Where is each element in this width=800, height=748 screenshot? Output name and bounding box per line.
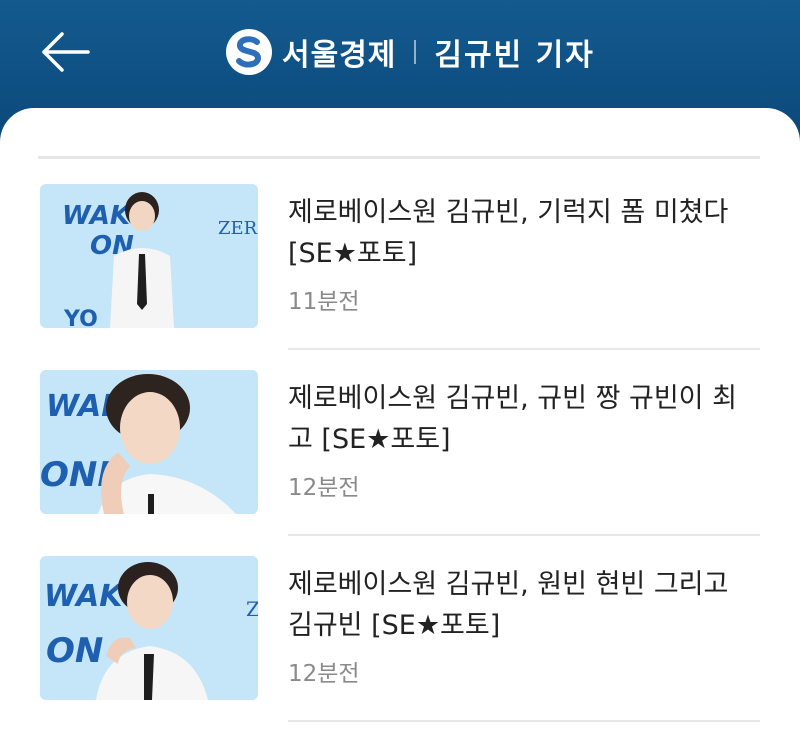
brand-separator <box>414 40 417 64</box>
article-title[interactable]: 제로베이스원 김규빈, 원빈 현빈 그리고 김규빈 [SE★포토] <box>288 564 758 646</box>
article-title[interactable]: 제로베이스원 김규빈, 규빈 짱 규빈이 최고 [SE★포토] <box>288 378 758 460</box>
row-divider <box>288 720 760 722</box>
back-arrow-icon[interactable] <box>38 28 92 76</box>
row-divider <box>288 348 760 350</box>
article-thumbnail[interactable]: WAK ON Z <box>40 556 258 700</box>
seoul-economy-logo-icon[interactable] <box>226 29 272 75</box>
thumb-logo-text: YO <box>63 307 98 328</box>
thumb-logo-text: ON <box>46 631 103 671</box>
thumb-logo-text: WAK <box>62 201 132 231</box>
sheet-divider <box>38 156 760 159</box>
article-thumbnail[interactable]: WAK ONE <box>40 370 258 514</box>
row-divider <box>288 534 760 536</box>
article-time: 12분전 <box>288 475 360 501</box>
thumb-logo-text: ZER <box>218 218 258 239</box>
header-brand: 서울경제 김규빈 기자 <box>226 26 595 78</box>
article-time: 11분전 <box>288 289 360 315</box>
article-item[interactable]: WAK ONE 제로베이스원 김규빈, 규빈 짱 규빈이 최고 [SE★포토] … <box>0 356 800 526</box>
thumb-logo-text: Z <box>246 597 258 621</box>
thumb-logo-text: WAK <box>44 579 125 614</box>
reporter-name: 김규빈 기자 <box>434 38 595 73</box>
brand-name[interactable]: 서울경제 <box>282 30 396 74</box>
article-time: 12분전 <box>288 661 360 687</box>
article-item[interactable]: WAK ON Z 제로베이스원 김규빈, 원빈 현빈 그리고 김규빈 [SE★포… <box>0 542 800 712</box>
article-title[interactable]: 제로베이스원 김규빈, 기럭지 폼 미쳤다 [SE★포토] <box>288 192 758 274</box>
article-thumbnail[interactable]: WAK ON YO ZER <box>40 184 258 328</box>
article-item[interactable]: WAK ON YO ZER 제로베이스원 김규빈, 기럭지 폼 미쳤다 [SE★… <box>0 170 800 340</box>
